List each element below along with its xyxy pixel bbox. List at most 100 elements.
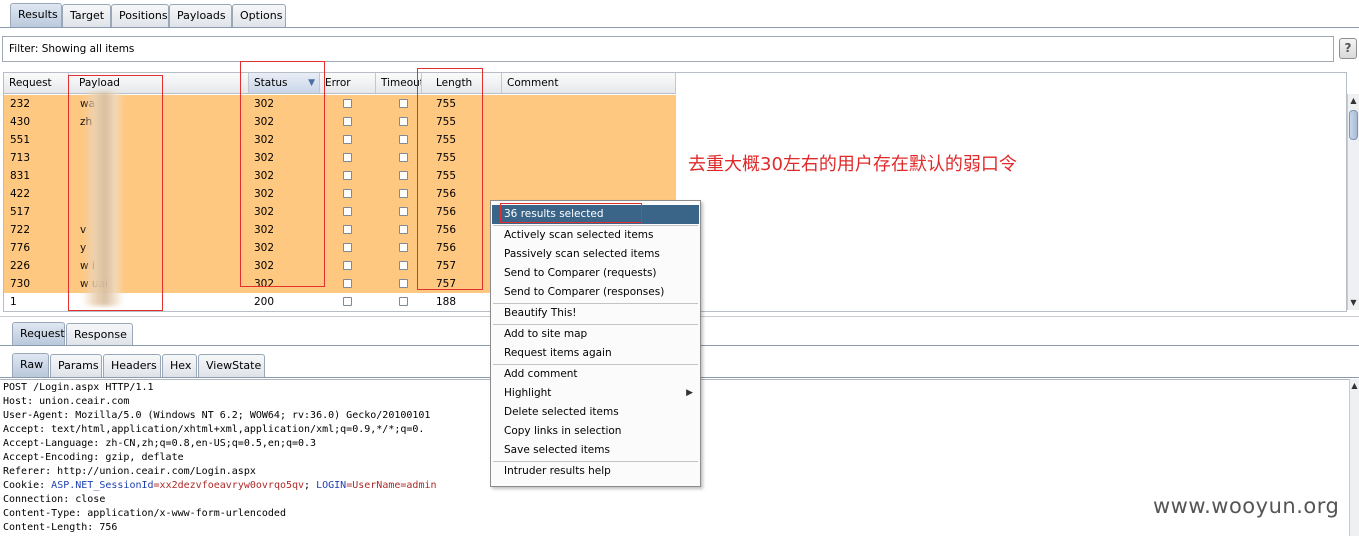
selected-count-highlight-box [500, 203, 642, 223]
menu-item-send-comparer-responses[interactable]: Send to Comparer (responses) [492, 283, 699, 302]
raw-line: Accept-Language: zh-CN,zh;q=0.8,en-US;q=… [3, 438, 317, 449]
raw-line: User-Agent: Mozilla/5.0 (Windows NT 6.2;… [3, 410, 431, 421]
cell-status: 200 [254, 296, 275, 308]
scrollbar-thumb[interactable] [1349, 110, 1358, 140]
cookie-name-login: LOGIN [316, 480, 347, 491]
filter-bar[interactable]: Filter: Showing all items [2, 36, 1334, 62]
cell-request: 831 [10, 170, 31, 182]
error-checkbox[interactable] [343, 153, 352, 162]
tab-bar-divider [0, 27, 1359, 28]
error-checkbox[interactable] [343, 135, 352, 144]
raw-scroll-up-icon[interactable]: ▲ [1350, 380, 1359, 392]
cookie-separator: ; [304, 480, 317, 491]
timeout-checkbox[interactable] [399, 171, 408, 180]
tab-raw[interactable]: Raw [12, 353, 49, 377]
error-checkbox[interactable] [343, 189, 352, 198]
cell-request: 730 [10, 278, 31, 290]
timeout-checkbox[interactable] [399, 117, 408, 126]
column-header-comment[interactable]: Comment [502, 73, 676, 94]
scroll-up-icon[interactable]: ▲ [1348, 95, 1359, 107]
error-checkbox[interactable] [343, 243, 352, 252]
context-menu: 36 results selected Actively scan select… [490, 200, 701, 487]
timeout-checkbox[interactable] [399, 243, 408, 252]
tab-target[interactable]: Target [62, 4, 111, 27]
cell-request: 713 [10, 152, 31, 164]
menu-item-highlight[interactable]: Highlight ▶ [492, 384, 699, 403]
error-checkbox[interactable] [343, 207, 352, 216]
tab-viewstate[interactable]: ViewState [198, 354, 265, 377]
results-scrollbar[interactable]: ▲ ▼ [1347, 94, 1359, 310]
menu-item-passively-scan[interactable]: Passively scan selected items [492, 245, 699, 264]
menu-item-send-comparer-requests[interactable]: Send to Comparer (requests) [492, 264, 699, 283]
timeout-checkbox[interactable] [399, 297, 408, 306]
column-header-request[interactable]: Request [4, 73, 69, 94]
payload-highlight-box [68, 75, 163, 311]
menu-item-beautify[interactable]: Beautify This! [492, 304, 699, 323]
menu-item-highlight-label: Highlight [504, 387, 552, 399]
tab-headers[interactable]: Headers [103, 354, 161, 377]
tab-options[interactable]: Options [232, 4, 286, 27]
raw-line: Connection: close [3, 494, 106, 505]
status-highlight-box [240, 61, 325, 287]
menu-item-copy-links[interactable]: Copy links in selection [492, 422, 699, 441]
error-checkbox[interactable] [343, 261, 352, 270]
error-checkbox[interactable] [343, 279, 352, 288]
error-checkbox[interactable] [343, 99, 352, 108]
length-highlight-box [417, 68, 483, 290]
raw-scrollbar[interactable]: ▲ [1349, 379, 1359, 536]
cell-request: 722 [10, 224, 31, 236]
timeout-checkbox[interactable] [399, 207, 408, 216]
top-tab-bar: Results Target Positions Payloads Option… [0, 0, 1359, 28]
cookie-value-login: =UserName=admin [346, 480, 437, 491]
menu-item-add-comment[interactable]: Add comment [492, 365, 699, 384]
timeout-checkbox[interactable] [399, 225, 408, 234]
submenu-arrow-icon: ▶ [686, 388, 693, 398]
cell-request: 226 [10, 260, 31, 272]
cell-request: 776 [10, 242, 31, 254]
raw-line: Accept-Encoding: gzip, deflate [3, 452, 184, 463]
cell-request: 232 [10, 98, 31, 110]
watermark: www.wooyun.org [1153, 494, 1340, 518]
column-header-error[interactable]: Error [320, 73, 376, 94]
raw-line: Accept: text/html,application/xhtml+xml,… [3, 424, 425, 435]
timeout-checkbox[interactable] [399, 135, 408, 144]
menu-item-intruder-help[interactable]: Intruder results help [492, 462, 699, 481]
cookie-name-session: ASP.NET_SessionId [51, 480, 154, 491]
tab-response[interactable]: Response [66, 323, 133, 345]
column-header-timeout[interactable]: Timeout [376, 73, 422, 94]
timeout-checkbox[interactable] [399, 153, 408, 162]
raw-line: Host: union.ceair.com [3, 396, 130, 407]
cookie-value-session: =xx2dezvfoeavryw0ovrqo5qv [153, 480, 305, 491]
timeout-checkbox[interactable] [399, 99, 408, 108]
menu-item-actively-scan[interactable]: Actively scan selected items [492, 226, 699, 245]
help-button[interactable]: ? [1339, 38, 1357, 59]
cookie-line: Cookie: ASP.NET_SessionId=xx2dezvfoeavry… [3, 479, 437, 493]
timeout-checkbox[interactable] [399, 261, 408, 270]
raw-line: Content-Length: 756 [3, 522, 118, 533]
raw-line: Content-Type: application/x-www-form-url… [3, 508, 286, 519]
menu-item-delete-selected[interactable]: Delete selected items [492, 403, 699, 422]
tab-positions[interactable]: Positions [111, 4, 169, 27]
cell-request: 551 [10, 134, 31, 146]
error-checkbox[interactable] [343, 117, 352, 126]
error-checkbox[interactable] [343, 171, 352, 180]
tab-results[interactable]: Results [10, 3, 62, 28]
error-checkbox[interactable] [343, 297, 352, 306]
cell-request: 1 [10, 296, 17, 308]
menu-item-save-selected[interactable]: Save selected items [492, 441, 699, 460]
timeout-checkbox[interactable] [399, 189, 408, 198]
cell-request: 422 [10, 188, 31, 200]
raw-line: POST /Login.aspx HTTP/1.1 [3, 382, 154, 393]
tab-hex[interactable]: Hex [162, 354, 197, 377]
tab-params[interactable]: Params [50, 354, 102, 377]
tab-payloads[interactable]: Payloads [169, 4, 232, 27]
menu-item-add-to-site-map[interactable]: Add to site map [492, 325, 699, 344]
error-checkbox[interactable] [343, 225, 352, 234]
timeout-checkbox[interactable] [399, 279, 408, 288]
cell-length: 188 [436, 296, 457, 308]
menu-item-request-again[interactable]: Request items again [492, 344, 699, 363]
annotation-note: 去重大概30左右的用户存在默认的弱口令 [688, 154, 1017, 175]
tab-request[interactable]: Request [12, 322, 65, 345]
scroll-down-icon[interactable]: ▼ [1348, 297, 1359, 309]
cell-request: 430 [10, 116, 31, 128]
